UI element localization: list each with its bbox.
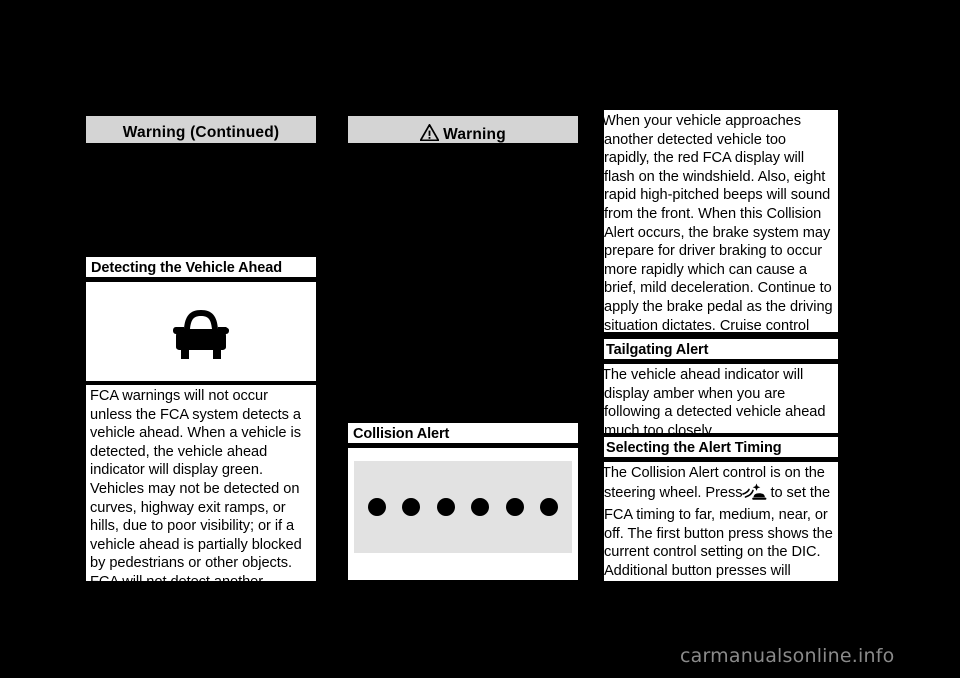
warning-triangle-icon <box>419 123 440 145</box>
warning-label: Warning <box>443 126 506 143</box>
site-watermark: carmanualsonline.info <box>680 645 895 667</box>
warning-banner: Warning <box>346 114 580 145</box>
body-collision-alert-intro: When your vehicle approaches another det… <box>602 108 840 371</box>
fca-dot <box>436 498 455 516</box>
manual-page: Warning (Continued) Detecting the Vehicl… <box>0 0 960 678</box>
heading-collision-alert: Collision Alert <box>346 421 580 446</box>
fca-dot <box>402 498 421 516</box>
fca-collision-alert-icon <box>742 483 768 507</box>
body-detecting-vehicle-ahead: FCA warnings will not occur unless the F… <box>84 383 318 627</box>
heading-detecting-vehicle-ahead: Detecting the Vehicle Ahead <box>84 255 318 280</box>
body-text: The vehicle ahead indicator will display… <box>602 367 826 439</box>
fca-dot <box>471 498 490 516</box>
fca-display-dots <box>354 461 572 553</box>
body-text-after-icon: to set the FCA timing to far, medium, ne… <box>604 484 833 598</box>
figure-vehicle-ahead <box>84 280 318 383</box>
body-text-with-icon: The Collision Alert control is on the st… <box>602 464 834 599</box>
figure-collision-alert-display <box>346 446 580 582</box>
fca-dot <box>505 498 524 516</box>
warning-continued-label: Warning (Continued) <box>122 124 280 141</box>
fca-dot <box>368 498 386 516</box>
heading-selecting-alert-timing: Selecting the Alert Timing <box>602 435 840 460</box>
heading-tailgating-alert: Tailgating Alert <box>602 337 840 362</box>
vehicle-ahead-car-icon <box>173 309 229 359</box>
body-selecting-alert-timing: The Collision Alert control is on the st… <box>602 460 840 598</box>
fca-dot <box>539 498 558 516</box>
warning-continued-banner: Warning (Continued) <box>84 114 318 145</box>
body-tailgating-alert: The vehicle ahead indicator will display… <box>602 362 840 439</box>
body-text: FCA warnings will not occur unless the F… <box>90 388 309 628</box>
body-text: When your vehicle approaches another det… <box>602 113 833 371</box>
